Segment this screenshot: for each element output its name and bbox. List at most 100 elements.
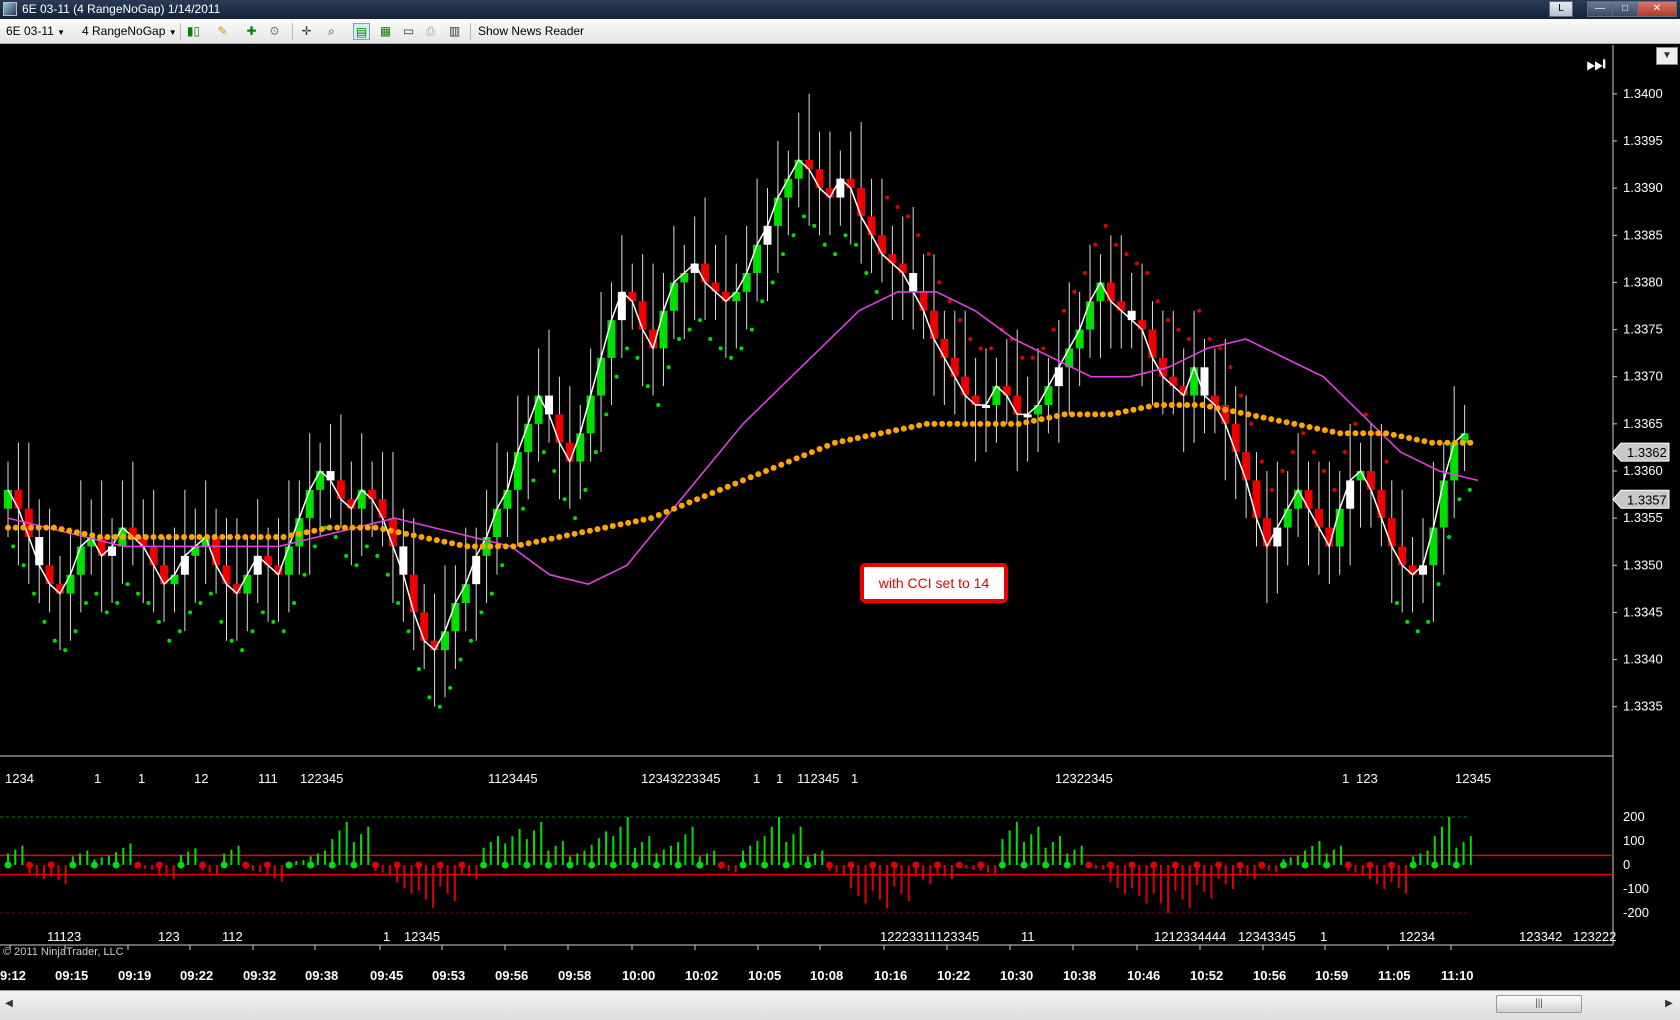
ema-dot [1107, 411, 1114, 418]
ema-dot [540, 537, 547, 544]
ema-dot [1161, 402, 1168, 408]
scrollbar-thumb[interactable]: ||| [1496, 995, 1582, 1013]
ema-dot [5, 524, 11, 531]
horizontal-scrollbar[interactable]: ◀ ||| ▶ [0, 990, 1680, 1020]
candle-body [680, 273, 689, 283]
instrument-selector[interactable]: 6E 03-11 ▼ [6, 23, 65, 40]
show-news-reader-button[interactable]: Show News Reader [478, 23, 584, 40]
properties-icon[interactable]: ▦ [377, 23, 394, 40]
ema-dot [341, 524, 348, 531]
chart-style-icon[interactable]: ▤ [353, 23, 370, 40]
ema-dot [211, 534, 218, 540]
candle-body [867, 216, 876, 236]
bar-type-icon[interactable]: ▮▯ [185, 23, 202, 40]
ema-dot [808, 449, 815, 456]
candle-body [1106, 282, 1115, 302]
ema-dot [1168, 402, 1175, 408]
stop-dot [562, 497, 567, 502]
price-chart-svg[interactable]: 1.3400 1.3395 1.3390 1.3385 1.3380 1.3375 1.33… [0, 45, 1680, 990]
stop-dot [1249, 421, 1254, 426]
pencil-draw-icon[interactable]: ✎ [214, 23, 231, 40]
stop-dot [957, 318, 962, 323]
candle-body [524, 423, 533, 453]
ema-dot [487, 543, 494, 550]
ema-dot [1222, 406, 1229, 413]
ema-dot [701, 493, 708, 500]
cci-bottom-count-label: 12223311123345 [880, 929, 979, 944]
price-tick-label: 1.3370 [1623, 369, 1663, 384]
cci-tick-label: 100 [1623, 833, 1645, 848]
stop-dot [1446, 535, 1451, 539]
time-tick-label: 10:30 [1000, 968, 1033, 983]
cci-zero-dot [1431, 861, 1439, 869]
scroll-left-icon[interactable]: ◀ [2, 995, 16, 1013]
ema-dot [403, 530, 410, 537]
ema-dot [135, 534, 142, 540]
ema-dot [1214, 405, 1221, 412]
chart-panel[interactable]: 1.3400 1.3395 1.3390 1.3385 1.3380 1.3375 1.33… [0, 45, 1680, 990]
ema-dot [127, 534, 134, 540]
scroll-right-icon[interactable]: ▶ [1662, 995, 1676, 1013]
stop-dot [198, 601, 203, 605]
minimize-button[interactable]: — [1587, 1, 1613, 17]
ema-dot [694, 496, 701, 503]
price-tick-label: 1.3340 [1623, 652, 1663, 667]
cci-zero-dot [1323, 861, 1331, 869]
maximize-button[interactable]: □ [1612, 1, 1638, 17]
cci-bottom-count-label: 123342 [1519, 929, 1562, 944]
cci-zero-dot [501, 861, 509, 869]
ema-dot [563, 532, 570, 539]
close-button[interactable]: ✕ [1637, 1, 1677, 17]
candle-body [1013, 395, 1022, 415]
candle-body [472, 555, 481, 585]
cci-zero-dot [1063, 861, 1071, 869]
strategy-icon[interactable]: ⚙ [266, 23, 283, 40]
stop-dot [801, 214, 806, 219]
candle-body [503, 489, 512, 509]
ema-dot [472, 543, 478, 550]
candle-body [440, 631, 449, 651]
ema-dot [778, 461, 785, 468]
cci-top-count-label: 122345 [300, 771, 343, 786]
ema-dot [1406, 435, 1413, 441]
price-marker-label: 1.3357 [1627, 492, 1667, 507]
cci-zero-dot [1236, 861, 1244, 869]
crosshair-icon[interactable]: ✛ [298, 23, 315, 40]
candle-body [513, 452, 522, 490]
scroll-to-end-icon[interactable]: ⏭ [1582, 51, 1610, 77]
stop-dot [271, 619, 276, 624]
price-tick-label: 1.3360 [1623, 463, 1663, 478]
instrument-icon[interactable]: ▥ [446, 23, 463, 40]
cci-top-count-label: 1 [753, 771, 760, 786]
panel-menu-icon[interactable]: ▼ [1656, 47, 1678, 65]
link-button[interactable]: L [1549, 1, 1573, 17]
period-selector[interactable]: 4 RangeNoGap ▼ [82, 23, 177, 40]
ema-dot [334, 524, 341, 531]
candle-body [1075, 329, 1084, 349]
cci-zero-dot [1171, 861, 1179, 869]
stop-dot [396, 601, 401, 605]
add-indicator-icon[interactable]: ✚ [243, 23, 260, 40]
candle-body [1335, 508, 1344, 547]
ema-dot [977, 420, 984, 427]
data-box-icon[interactable]: ▭ [400, 23, 417, 40]
ema-dot [732, 480, 739, 487]
candle-body [1304, 489, 1313, 509]
stop-dot [136, 591, 141, 596]
candle-body [222, 565, 231, 585]
candle-body [180, 555, 189, 575]
ema-dot [939, 420, 946, 427]
ema-dot [1314, 425, 1321, 432]
cci-zero-dot [90, 861, 98, 869]
annotation-text-box[interactable]: with CCI set to 14 [860, 563, 1008, 603]
stop-dot [729, 355, 734, 360]
ema-dot [1375, 430, 1382, 437]
stop-dot [1238, 393, 1243, 398]
print-icon[interactable]: ⎙ [422, 23, 439, 40]
ema-dot [1413, 436, 1420, 443]
zoom-icon[interactable]: ⌕ [323, 23, 340, 40]
candle-body [1252, 480, 1261, 519]
stop-dot [364, 544, 369, 549]
ema-dot [747, 474, 754, 481]
ema-dot [602, 524, 609, 531]
